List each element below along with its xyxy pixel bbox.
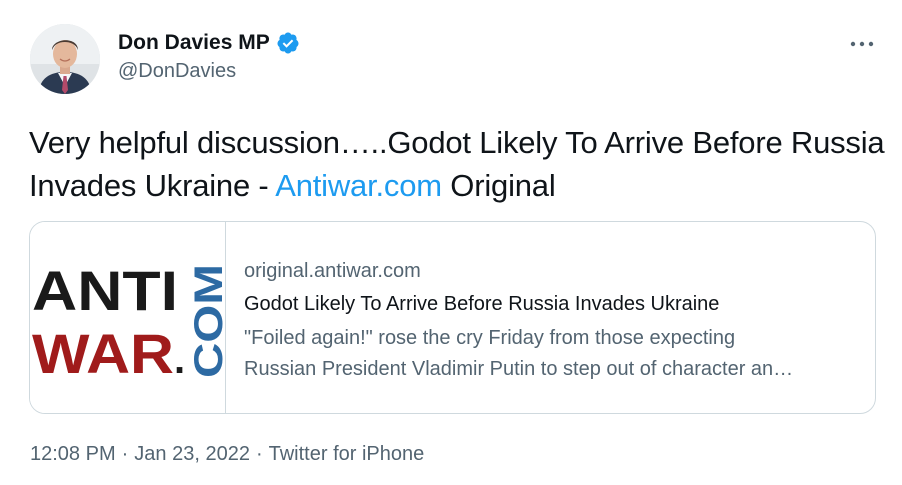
tweet: Don Davies MP @DonDavies Very helpful di… bbox=[0, 0, 902, 485]
logo-war-text: WAR bbox=[32, 322, 174, 385]
more-options-button[interactable] bbox=[842, 32, 882, 56]
card-description: "Foiled again!" rose the cry Friday from… bbox=[244, 323, 864, 385]
tweet-link[interactable]: Antiwar.com bbox=[275, 168, 442, 203]
author-name-row: Don Davies MP bbox=[118, 29, 300, 57]
meta-separator: · bbox=[121, 443, 129, 465]
antiwar-logo: ANTI WAR . COM bbox=[32, 259, 231, 385]
card-description-line: "Foiled again!" rose the cry Friday from… bbox=[244, 327, 736, 349]
meta-separator: · bbox=[255, 443, 263, 465]
tweet-time[interactable]: 12:08 PM bbox=[30, 443, 116, 466]
logo-dot-text: . bbox=[174, 338, 185, 382]
tweet-text: Very helpful discussion…..Godot Likely T… bbox=[29, 121, 889, 207]
author-display-name[interactable]: Don Davies MP bbox=[118, 31, 270, 55]
logo-anti-text: ANTI bbox=[32, 259, 178, 322]
tweet-source[interactable]: Twitter for iPhone bbox=[269, 443, 425, 466]
author-handle[interactable]: @DonDavies bbox=[118, 60, 236, 83]
card-domain: original.antiwar.com bbox=[244, 260, 421, 282]
tweet-text-part: Original bbox=[441, 168, 556, 203]
avatar[interactable] bbox=[30, 24, 100, 94]
more-horizontal-icon bbox=[850, 41, 874, 47]
card-thumbnail: ANTI WAR . COM bbox=[30, 222, 231, 413]
verified-badge-icon bbox=[276, 31, 300, 55]
profile-photo bbox=[30, 24, 100, 94]
card-description-line: Russian President Vladimir Putin to step… bbox=[244, 358, 794, 380]
link-preview-card[interactable]: ANTI WAR . COM original.antiwar.com Godo… bbox=[29, 221, 876, 414]
tweet-date[interactable]: Jan 23, 2022 bbox=[134, 443, 250, 466]
tweet-meta: 12:08 PM · Jan 23, 2022 · Twitter for iP… bbox=[30, 443, 424, 466]
card-title: Godot Likely To Arrive Before Russia Inv… bbox=[244, 293, 720, 315]
logo-com-text: COM bbox=[187, 264, 225, 378]
